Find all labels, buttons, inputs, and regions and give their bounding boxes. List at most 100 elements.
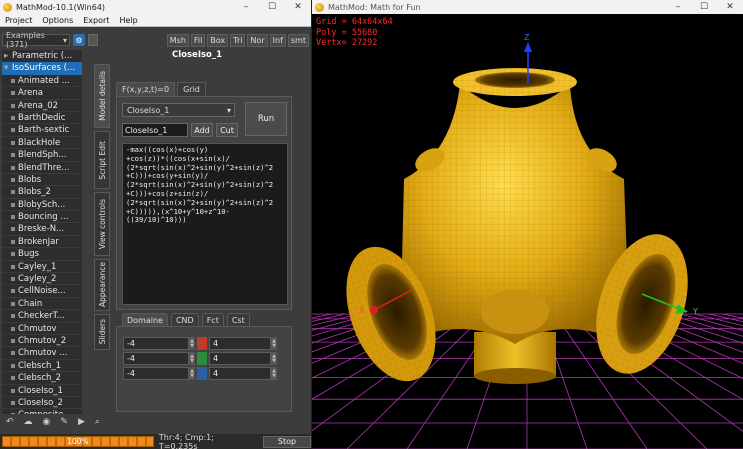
x-min-input[interactable]: -4 bbox=[123, 337, 189, 350]
minimize-button[interactable]: – bbox=[233, 0, 259, 14]
fil-button[interactable]: Fil bbox=[190, 33, 206, 47]
smt-button[interactable]: smt bbox=[287, 33, 309, 47]
tree-item[interactable]: Bouncing ... bbox=[2, 211, 82, 224]
toolbar: Examples (371) ▾ ⚙ Msh Fil Box Tri Nor I… bbox=[2, 31, 309, 49]
x-min-spinner[interactable]: ▲ ▼ bbox=[189, 337, 195, 350]
tab-appearance[interactable]: Appearance bbox=[94, 259, 110, 311]
tree-item[interactable]: Chmutov bbox=[2, 323, 82, 335]
close-button[interactable]: ✕ bbox=[285, 0, 311, 14]
status-text: Thr:4; Cmp:1; T=0.235s bbox=[158, 432, 214, 449]
y-axis-label: Y bbox=[692, 307, 698, 316]
x-max-input[interactable]: 4 bbox=[209, 337, 271, 350]
zoom-icon[interactable]: ⌕ bbox=[95, 417, 100, 427]
render-toggle-buttons: Msh Fil Box Tri Nor Inf smt bbox=[166, 33, 309, 47]
tree-item[interactable]: Chmutov_2 bbox=[2, 335, 82, 348]
tree-group-isosurfaces[interactable]: ▾ IsoSurfaces (... bbox=[2, 62, 82, 75]
viewer-maximize-button[interactable]: ☐ bbox=[691, 0, 717, 14]
tree-item[interactable]: Breske-N... bbox=[2, 223, 82, 236]
menu-help[interactable]: Help bbox=[114, 16, 142, 25]
y-min-spinner[interactable]: ▲ ▼ bbox=[189, 352, 195, 365]
tree-item[interactable]: BlendSph... bbox=[2, 149, 82, 162]
tree-item[interactable]: Chmutov ... bbox=[2, 347, 82, 360]
play-icon[interactable]: ▶ bbox=[78, 417, 85, 427]
bottom-icon-bar: ↶ ☁ ◉ ✎ ▶ ⌕ bbox=[2, 415, 100, 429]
tab-sliders[interactable]: Sliders bbox=[94, 314, 110, 350]
tab-implicit-function[interactable]: F(x,y,z,t)=0 bbox=[116, 82, 176, 97]
add-button[interactable]: Add bbox=[191, 123, 213, 137]
tree-item[interactable]: BlendThre... bbox=[2, 162, 82, 174]
model-select[interactable]: CloseIso_1 ▾ bbox=[122, 103, 235, 117]
tree-item[interactable]: Cayley_1 bbox=[2, 261, 82, 274]
undo-icon[interactable]: ↶ bbox=[6, 417, 14, 427]
maximize-button[interactable]: ☐ bbox=[259, 0, 285, 14]
settings-gear-icon[interactable]: ⚙ bbox=[73, 34, 85, 46]
cut-button[interactable]: Cut bbox=[216, 123, 238, 137]
cloud-icon[interactable]: ☁ bbox=[24, 417, 33, 427]
tab-grid[interactable]: Grid bbox=[177, 82, 206, 97]
mesh-stats: Grid = 64x64x64 Poly = 55680 Vertx= 2729… bbox=[316, 17, 393, 49]
box-button[interactable]: Box bbox=[207, 33, 229, 47]
tree-item[interactable]: Barth-sextic bbox=[2, 124, 82, 137]
x-max-spinner[interactable]: ▲ ▼ bbox=[271, 337, 277, 350]
y-min-input[interactable]: -4 bbox=[123, 352, 189, 365]
run-button[interactable]: Run bbox=[245, 102, 287, 136]
progress-label: 100% bbox=[67, 437, 89, 446]
domain-row-y: -4 ▲ ▼ 4 ▲ ▼ bbox=[123, 352, 277, 365]
expand-arrow-icon: ▸ bbox=[4, 51, 9, 61]
tree-item[interactable]: Bugs bbox=[2, 248, 82, 261]
stop-button[interactable]: Stop bbox=[263, 435, 311, 448]
y-max-input[interactable]: 4 bbox=[209, 352, 271, 365]
z-axis-arrow-icon bbox=[524, 42, 532, 52]
y-max-spinner[interactable]: ▲ ▼ bbox=[271, 352, 277, 365]
tree-group-parametric[interactable]: ▸ Parametric (... bbox=[2, 50, 82, 62]
tree-item[interactable]: BlobySch... bbox=[2, 199, 82, 212]
tab-script-edit[interactable]: Script Edit bbox=[94, 131, 110, 189]
viewer-window-title: MathMod: Math for Fun bbox=[328, 2, 421, 12]
examples-tree[interactable]: ▸ Parametric (... ▾ IsoSurfaces (... Anima… bbox=[2, 50, 82, 414]
tree-item[interactable]: CellNoise... bbox=[2, 285, 82, 298]
tree-item[interactable]: CloseIso_1 bbox=[2, 385, 82, 397]
examples-dropdown[interactable]: Examples (371) ▾ bbox=[2, 31, 70, 49]
tree-item[interactable]: Blobs bbox=[2, 174, 82, 187]
model-name-input[interactable]: CloseIso_1 bbox=[122, 123, 188, 137]
z-min-spinner[interactable]: ▲ ▼ bbox=[189, 367, 195, 380]
z-axis-label: Z bbox=[524, 33, 530, 42]
formula-tabs: F(x,y,z,t)=0 Grid bbox=[116, 82, 208, 97]
tree-item[interactable]: Chain bbox=[2, 298, 82, 311]
tri-button[interactable]: Tri bbox=[230, 33, 246, 47]
msh-button[interactable]: Msh bbox=[166, 33, 189, 47]
tree-item[interactable]: Clebsch_1 bbox=[2, 360, 82, 373]
viewer-minimize-button[interactable]: – bbox=[665, 0, 691, 14]
collapse-arrow-icon: ▾ bbox=[4, 63, 9, 74]
tree-item[interactable]: BlackHole bbox=[2, 137, 82, 150]
menu-options[interactable]: Options bbox=[37, 16, 78, 25]
menu-export[interactable]: Export bbox=[78, 16, 114, 25]
main-titlebar: MathMod-10.1(Win64) – ☐ ✕ bbox=[0, 0, 311, 14]
3d-viewport[interactable]: Z X Y bbox=[312, 14, 743, 449]
z-max-input[interactable]: 4 bbox=[209, 367, 271, 380]
tree-item[interactable]: BrokenJar bbox=[2, 236, 82, 249]
tab-view-controls[interactable]: View controls bbox=[94, 192, 110, 256]
tree-item[interactable]: Animated ... bbox=[2, 75, 82, 88]
tab-model-details[interactable]: Model details bbox=[94, 64, 110, 128]
menu-project[interactable]: Project bbox=[0, 16, 37, 25]
tree-item[interactable]: Blobs_2 bbox=[2, 186, 82, 199]
tree-item[interactable]: Arena_02 bbox=[2, 100, 82, 112]
wrench-icon[interactable]: ✎ bbox=[60, 417, 68, 427]
tree-item[interactable]: CloseIso_2 bbox=[2, 397, 82, 410]
camera-icon[interactable]: ◉ bbox=[43, 417, 51, 427]
panel-title: CloseIso_1 bbox=[172, 50, 223, 60]
formula-editor[interactable]: -max((cos(x)+cos(y) +cos(z))*((cos(x+sin… bbox=[122, 143, 288, 305]
tree-item[interactable]: CheckerT... bbox=[2, 310, 82, 323]
z-min-input[interactable]: -4 bbox=[123, 367, 189, 380]
tree-item[interactable]: Clebsch_2 bbox=[2, 372, 82, 385]
nor-button[interactable]: Nor bbox=[247, 33, 268, 47]
tree-item[interactable]: Composite bbox=[2, 409, 82, 414]
tree-item[interactable]: Cayley_2 bbox=[2, 273, 82, 286]
inf-button[interactable]: Inf bbox=[269, 33, 286, 47]
viewer-close-button[interactable]: ✕ bbox=[717, 0, 743, 14]
z-max-spinner[interactable]: ▲ ▼ bbox=[271, 367, 277, 380]
toolbar-small-button[interactable] bbox=[88, 34, 98, 46]
tree-item[interactable]: Arena bbox=[2, 87, 82, 100]
tree-item[interactable]: BarthDedic bbox=[2, 112, 82, 125]
